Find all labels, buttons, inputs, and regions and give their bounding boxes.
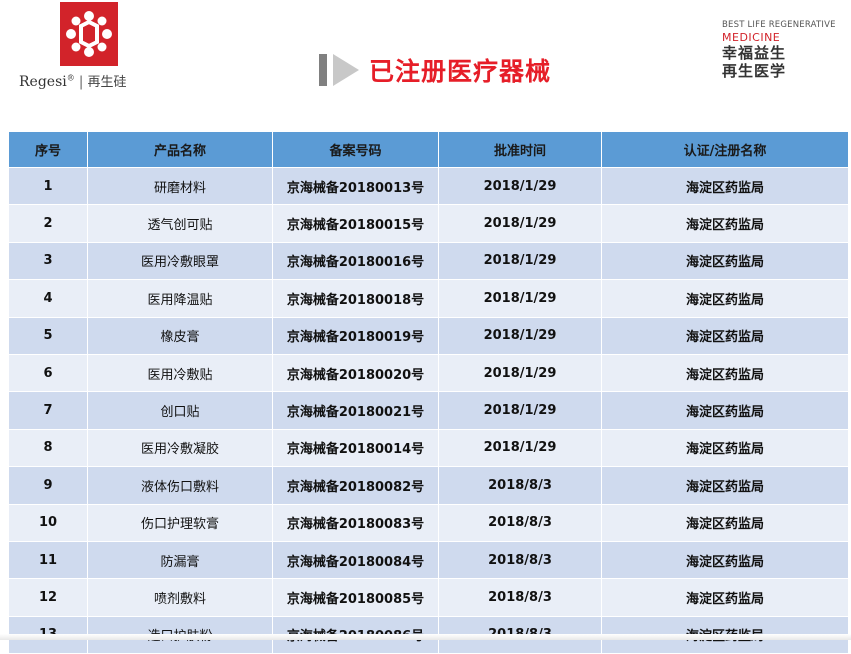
cell-authority: 海淀区药监局 — [601, 241, 849, 281]
cell-record-no: 京海械备20180083号 — [272, 503, 439, 542]
page-title-area: 已注册医疗器械 — [319, 52, 551, 88]
slogan-en-line1: BEST LIFE REGENERATIVE — [722, 20, 836, 30]
col-header-index: 序号 — [8, 131, 88, 168]
cell-index: 7 — [8, 391, 88, 430]
col-header-product: 产品名称 — [87, 131, 273, 168]
cell-record-no: 京海械备20180019号 — [272, 316, 439, 355]
logo-emblem-icon — [66, 11, 112, 57]
cell-product-name: 透气创可贴 — [87, 204, 273, 243]
cell-record-no: 京海械备20180085号 — [272, 578, 439, 617]
cell-authority: 海淀区药监局 — [601, 204, 849, 243]
cell-product-name: 医用冷敷贴 — [87, 353, 273, 393]
table-row: 1 研磨材料 京海械备20180013号 2018/1/29 海淀区药监局 — [8, 166, 849, 206]
bottom-shade — [0, 634, 851, 640]
cell-approval-date: 2018/1/29 — [438, 428, 602, 468]
table-row: 6 医用冷敷贴 京海械备20180020号 2018/1/29 海淀区药监局 — [8, 353, 849, 393]
cell-authority: 海淀区药监局 — [601, 353, 849, 393]
cell-index: 8 — [8, 428, 88, 468]
cell-approval-date: 2018/1/29 — [438, 241, 602, 281]
cell-authority: 海淀区药监局 — [601, 391, 849, 430]
cell-product-name: 液体伤口敷料 — [87, 466, 273, 505]
cell-approval-date: 2018/1/29 — [438, 166, 602, 206]
cell-authority: 海淀区药监局 — [601, 540, 849, 580]
cell-product-name: 防漏膏 — [87, 540, 273, 580]
cell-index: 4 — [8, 279, 88, 318]
cell-approval-date: 2018/8/3 — [438, 578, 602, 617]
cell-approval-date: 2018/8/3 — [438, 503, 602, 542]
table-header-row: 序号 产品名称 备案号码 批准时间 认证/注册名称 — [8, 131, 849, 168]
table-row: 3 医用冷敷眼罩 京海械备20180016号 2018/1/29 海淀区药监局 — [8, 241, 849, 281]
cell-index: 10 — [8, 503, 88, 542]
cell-index: 2 — [8, 204, 88, 243]
cell-index: 11 — [8, 540, 88, 580]
cell-product-name: 医用冷敷眼罩 — [87, 241, 273, 281]
table-row: 4 医用降温贴 京海械备20180018号 2018/1/29 海淀区药监局 — [8, 279, 849, 318]
cell-authority: 海淀区药监局 — [601, 279, 849, 318]
cell-record-no: 京海械备20180013号 — [272, 166, 439, 206]
cell-approval-date: 2018/8/3 — [438, 466, 602, 505]
cell-product-name: 研磨材料 — [87, 166, 273, 206]
table-body: 1 研磨材料 京海械备20180013号 2018/1/29 海淀区药监局 2 透气创可贴京… — [8, 166, 849, 654]
cell-approval-date: 2018/1/29 — [438, 353, 602, 393]
cell-approval-date: 2018/1/29 — [438, 316, 602, 355]
cell-product-name: 喷剂敷料 — [87, 578, 273, 617]
logo-brand-cn: 再生硅 — [87, 75, 127, 90]
title-arrow-icon — [333, 54, 359, 86]
cell-record-no: 京海械备20180016号 — [272, 241, 439, 281]
cell-record-no: 京海械备20180021号 — [272, 391, 439, 430]
cell-authority: 海淀区药监局 — [601, 166, 849, 206]
cell-index: 5 — [8, 316, 88, 355]
cell-record-no: 京海械备20180014号 — [272, 428, 439, 468]
cell-index: 12 — [8, 578, 88, 617]
cell-authority: 海淀区药监局 — [601, 503, 849, 542]
slogan-en-line2: MEDICINE — [722, 31, 781, 44]
cell-approval-date: 2018/8/3 — [438, 540, 602, 580]
col-header-record-no: 备案号码 — [272, 131, 439, 168]
registered-mark: ® — [66, 73, 75, 83]
cell-index: 3 — [8, 241, 88, 281]
cell-index: 6 — [8, 353, 88, 393]
cell-approval-date: 2018/1/29 — [438, 204, 602, 243]
col-header-approval-date: 批准时间 — [438, 131, 602, 168]
slogan-cn-line1: 幸福益生 — [722, 44, 787, 62]
table-row: 10 伤口护理软膏 京海械备20180083号 2018/8/3 海淀区药监局 — [8, 503, 849, 542]
cell-record-no: 京海械备20180020号 — [272, 353, 439, 393]
slogan-block: BEST LIFE REGENERATIVE MEDICINE 幸福益生 再生医… — [722, 20, 836, 80]
logo-wordmark: Regesi® | 再生硅 — [19, 71, 126, 90]
table-row: 11 防漏膏 京海械备20180084号 2018/8/3 海淀区药监局 — [8, 540, 849, 580]
table-row: 9 液体伤口敷料 京海械备20180082号 2018/8/3 海淀区药监局 — [8, 466, 849, 505]
cell-record-no: 京海械备20180082号 — [272, 466, 439, 505]
cell-authority: 海淀区药监局 — [601, 428, 849, 468]
table-row: 7 创口贴 京海械备20180021号 2018/1/29 海淀区药监局 — [8, 391, 849, 430]
cell-authority: 海淀区药监局 — [601, 578, 849, 617]
logo-brand-name: Regesi — [19, 74, 67, 90]
col-header-authority: 认证/注册名称 — [601, 131, 849, 168]
cell-authority: 海淀区药监局 — [601, 466, 849, 505]
slogan-cn-line2: 再生医学 — [722, 62, 787, 80]
cell-product-name: 创口贴 — [87, 391, 273, 430]
cell-product-name: 橡皮膏 — [87, 316, 273, 355]
title-bar-decoration — [319, 54, 327, 86]
logo-separator: | — [78, 74, 84, 90]
page-title: 已注册医疗器械 — [369, 57, 552, 86]
cell-approval-date: 2018/1/29 — [438, 279, 602, 318]
cell-authority: 海淀区药监局 — [601, 316, 849, 355]
table-row: 2 透气创可贴 京海械备20180015号 2018/1/29 海淀区药监局 — [8, 204, 849, 243]
cell-product-name: 伤口护理软膏 — [87, 503, 273, 542]
device-registry-table: 序号 产品名称 备案号码 批准时间 认证/注册名称 1 研磨材料 京海械备20180… — [8, 131, 849, 654]
company-logo — [60, 2, 118, 66]
cell-record-no: 京海械备20180084号 — [272, 540, 439, 580]
cell-product-name: 医用降温贴 — [87, 279, 273, 318]
cell-index: 1 — [8, 166, 88, 206]
table-row: 8 医用冷敷凝胶 京海械备20180014号 2018/1/29 海淀区药监局 — [8, 428, 849, 468]
cell-approval-date: 2018/1/29 — [438, 391, 602, 430]
cell-product-name: 医用冷敷凝胶 — [87, 428, 273, 468]
cell-record-no: 京海械备20180015号 — [272, 204, 439, 243]
table-row: 5 橡皮膏 京海械备20180019号 2018/1/29 海淀区药监局 — [8, 316, 849, 355]
cell-index: 9 — [8, 466, 88, 505]
cell-record-no: 京海械备20180018号 — [272, 279, 439, 318]
table-row: 12 喷剂敷料 京海械备20180085号 2018/8/3 海淀区药监局 — [8, 578, 849, 617]
